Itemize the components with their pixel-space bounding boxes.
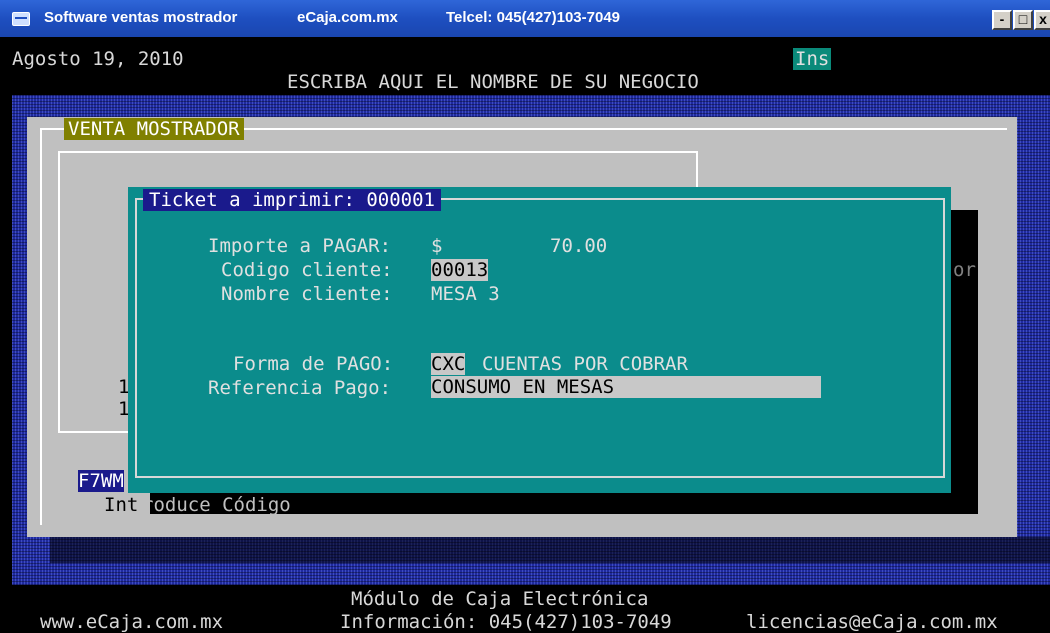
forma-pago-code-field[interactable]: CXC — [431, 353, 466, 375]
close-button[interactable]: x — [1034, 10, 1050, 30]
footer-website: www.eCaja.com.mx — [40, 611, 224, 633]
referencia-value: CONSUMO EN MESAS — [431, 376, 615, 398]
panel-shadow — [50, 537, 1050, 563]
footer-info: Información: 045(427)103-7049 — [340, 611, 672, 633]
date-label: Agosto 19, 2010 — [12, 48, 184, 70]
f7-key-label[interactable]: F7WM — [78, 470, 124, 492]
maximize-button[interactable]: □ — [1013, 10, 1033, 30]
business-name: ESCRIBA AQUI EL NOMBRE DE SU NEGOCIO — [287, 71, 699, 93]
title-bar: Software ventas mostrador eCaja.com.mx T… — [0, 0, 1050, 37]
nombre-label: Nombre cliente: — [221, 283, 393, 305]
window-site: eCaja.com.mx — [297, 9, 398, 26]
nombre-cliente-value: MESA 3 — [431, 283, 500, 305]
codigo-cliente-field[interactable]: 00013 — [431, 259, 489, 281]
forma-pago-description: CUENTAS POR COBRAR — [482, 353, 688, 375]
importe-label: Importe a PAGAR: — [208, 235, 392, 257]
minimize-button[interactable]: - — [992, 10, 1012, 30]
dialog-title: Ticket a imprimir: 000001 — [143, 189, 441, 211]
referencia-field[interactable]: CONSUMO EN MESAS — [431, 376, 821, 398]
panel-left-border — [40, 128, 42, 525]
footer-email: licencias@eCaja.com.mx — [746, 611, 998, 633]
footer-module: Módulo de Caja Electrónica — [351, 588, 649, 610]
window-title: Software ventas mostrador — [44, 9, 238, 26]
hidden-text-fragment: or — [953, 259, 976, 281]
app-icon[interactable] — [12, 12, 30, 26]
currency-symbol: $ — [431, 235, 443, 257]
codigo-label: Codigo cliente: — [221, 259, 393, 281]
panel-title: VENTA MOSTRADOR — [64, 118, 244, 140]
forma-pago-label: Forma de PAGO: — [233, 353, 394, 375]
referencia-label: Referencia Pago: — [208, 377, 392, 399]
window-phone: Telcel: 045(427)103-7049 — [446, 9, 621, 26]
prompt-prefix: Int — [104, 494, 139, 516]
importe-value: 70.00 — [550, 235, 608, 257]
insert-mode-indicator: Ins — [793, 48, 832, 70]
prompt-text: roduce Código — [142, 494, 291, 516]
